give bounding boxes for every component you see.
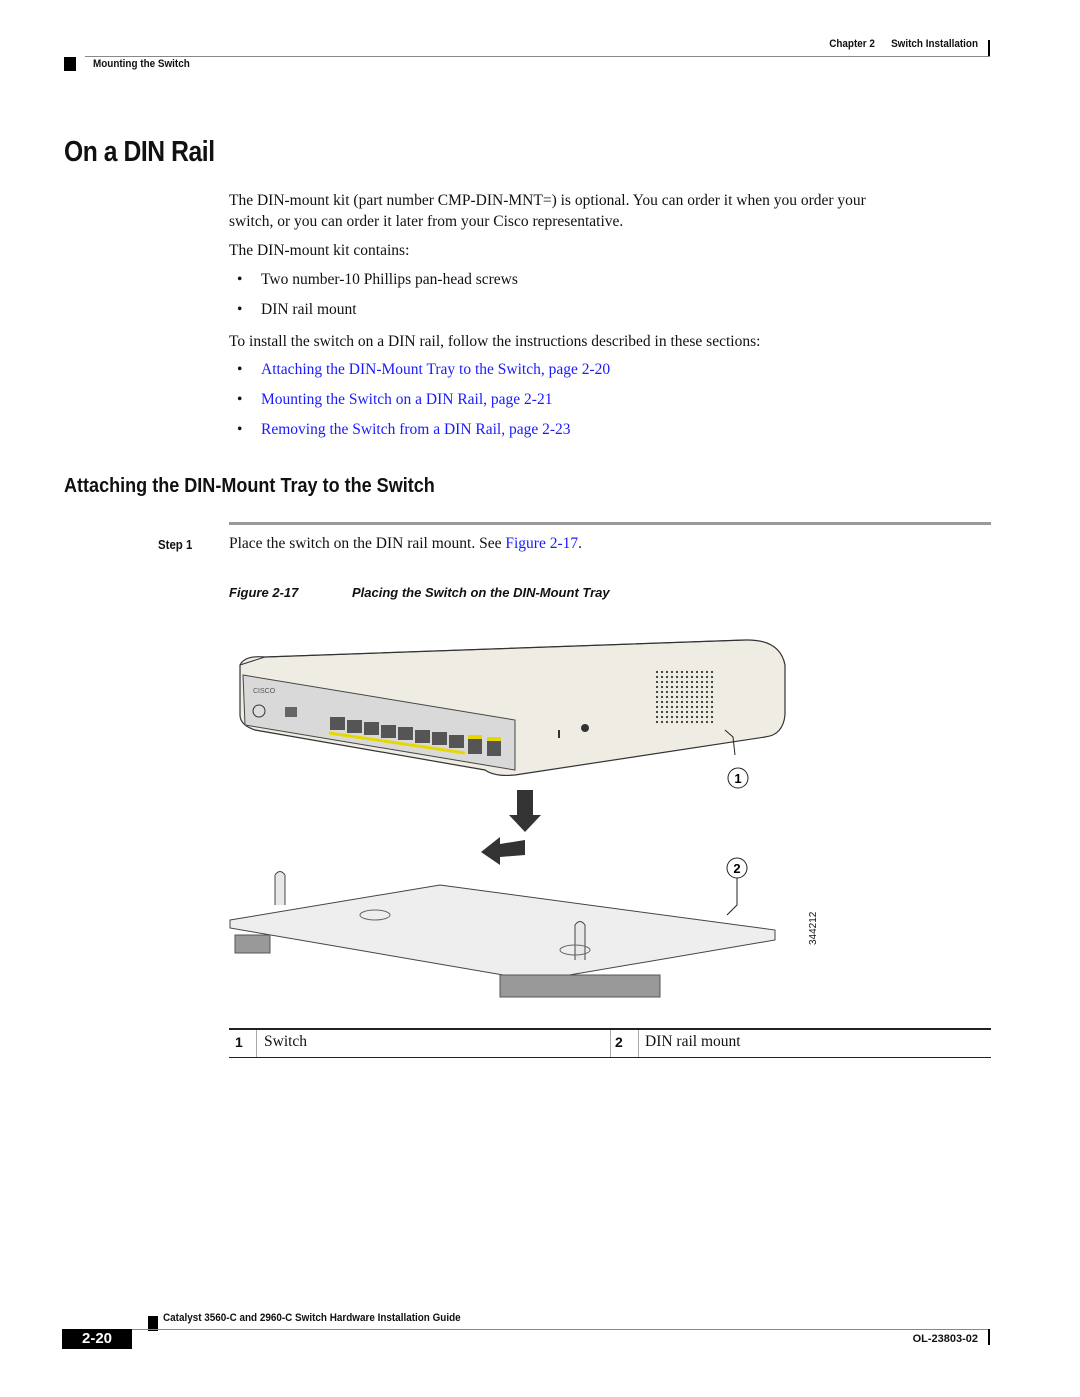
page-number: 2-20 (62, 1329, 132, 1349)
figure-id: 344212 (808, 911, 819, 945)
vent-holes (655, 670, 715, 725)
left-arrow-icon (481, 837, 525, 865)
svg-text:CISCO: CISCO (253, 688, 276, 695)
header-section: Mounting the Switch (93, 58, 190, 70)
figure-illustration: CISCO 1 2 (229, 639, 786, 998)
intro-paragraph: The DIN-mount kit (part number CMP-DIN-M… (229, 190, 866, 232)
chapter-title: Switch Installation (891, 38, 978, 50)
legend-label: Switch (264, 1033, 308, 1050)
section-link-item: • Removing the Switch from a DIN Rail, pa… (237, 421, 571, 438)
page-title: On a DIN Rail (64, 136, 215, 168)
section-heading: Attaching the DIN-Mount Tray to the Swit… (64, 474, 435, 497)
footer-bar (988, 1329, 990, 1345)
callout-2-label: 2 (733, 861, 740, 876)
step-rule (229, 522, 991, 525)
header-marker (64, 57, 76, 71)
kit-item: • DIN rail mount (237, 301, 357, 318)
intro-line-2: switch, or you can order it later from y… (229, 213, 624, 230)
figure-caption: Figure 2-17 Placing the Switch on the DIN… (229, 585, 610, 600)
footer-guide-title: Catalyst 3560-C and 2960-C Switch Hardwa… (163, 1312, 461, 1324)
instructions-text: To install the switch on a DIN rail, fol… (229, 333, 761, 350)
legend-divider (638, 1030, 639, 1057)
intro-line-1: The DIN-mount kit (part number CMP-DIN-M… (229, 192, 866, 209)
din-rail-mount-illustration (229, 871, 776, 998)
chapter-label: Chapter 2 (829, 38, 875, 50)
switch-illustration: CISCO (239, 639, 786, 777)
legend-num: 1 (235, 1034, 243, 1050)
header-chapter: Chapter 2 Switch Installation (98, 38, 978, 50)
kit-contains-text: The DIN-mount kit contains: (229, 242, 410, 259)
footer-rule (130, 1329, 990, 1330)
doc-number: OL-23803-02 (912, 1333, 978, 1345)
link-attaching-tray[interactable]: Attaching the DIN-Mount Tray to the Swit… (261, 361, 610, 378)
legend-label: DIN rail mount (645, 1033, 741, 1050)
link-mounting-switch[interactable]: Mounting the Switch on a DIN Rail, page … (261, 391, 552, 408)
legend-bottom-rule (229, 1057, 991, 1058)
header-rule (85, 56, 990, 57)
step-label: Step 1 (158, 537, 193, 552)
down-arrow-icon (509, 790, 541, 832)
legend-divider (256, 1030, 257, 1057)
section-link-item: • Mounting the Switch on a DIN Rail, page… (237, 391, 553, 408)
legend-divider (610, 1030, 611, 1057)
callout-1-label: 1 (734, 771, 741, 786)
section-link-item: • Attaching the DIN-Mount Tray to the Swi… (237, 361, 611, 378)
callout-2-leader (726, 878, 738, 916)
legend-num: 2 (615, 1034, 623, 1050)
kit-item: • Two number-10 Phillips pan-head screws (237, 271, 518, 288)
link-removing-switch[interactable]: Removing the Switch from a DIN Rail, pag… (261, 421, 571, 438)
header-bar (988, 40, 990, 56)
step-text: Place the switch on the DIN rail mount. … (229, 535, 582, 552)
figure-link[interactable]: Figure 2-17 (505, 535, 578, 552)
